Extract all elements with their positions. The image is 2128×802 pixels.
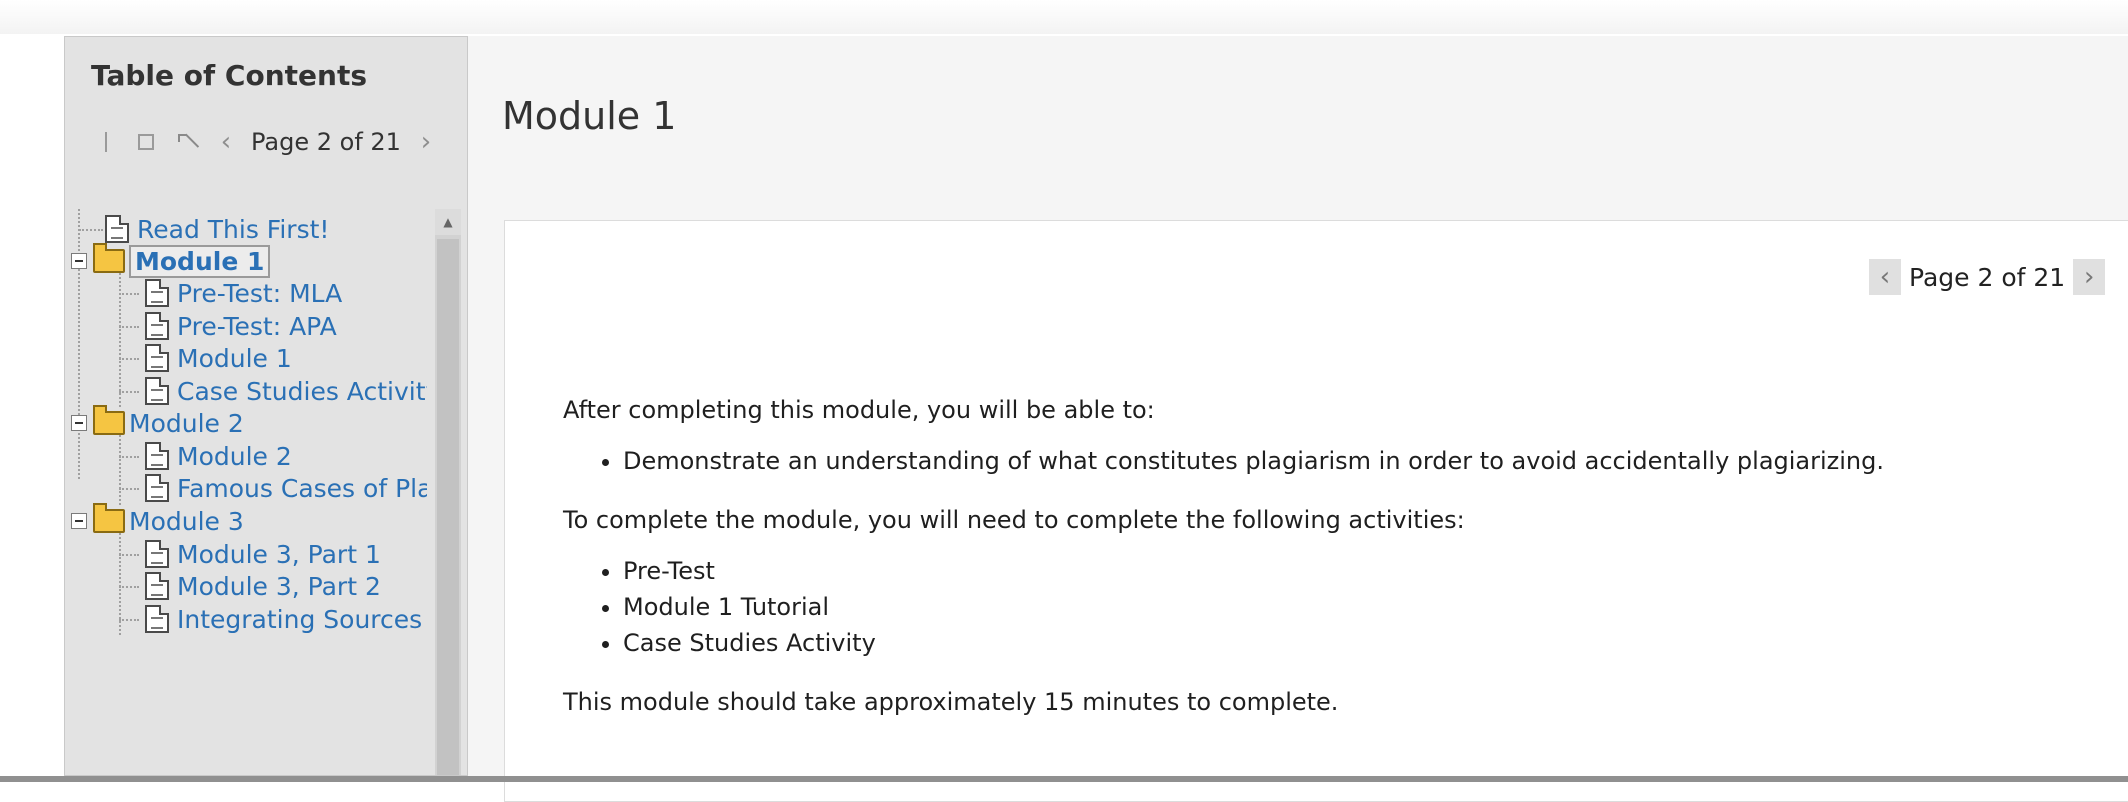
toc-item-label[interactable]: Module 2 (129, 409, 244, 438)
toc-title: Table of Contents (91, 59, 368, 92)
list-item: Pre-Test (623, 553, 2123, 589)
bottom-border (0, 776, 2128, 782)
tree-connector (119, 326, 139, 328)
toc-item-label[interactable]: Module 2 (177, 442, 292, 471)
duration-text: This module should take approximately 15… (563, 688, 1339, 716)
page-title: Module 1 (502, 94, 677, 138)
toc-item-integrating-sources[interactable]: Integrating Sources A (145, 599, 427, 639)
folder-open-icon (93, 243, 125, 273)
collapse-toggle-icon[interactable] (71, 513, 87, 529)
toc-item-label[interactable]: Read This First! (137, 215, 329, 244)
tree-connector (119, 586, 139, 588)
window-top-strip (0, 0, 2128, 34)
tree-connector (119, 456, 139, 458)
activities-list: Pre-Test Module 1 Tutorial Case Studies … (563, 553, 2123, 661)
document-icon (105, 215, 129, 243)
toc-item-label[interactable]: Module 3, Part 2 (177, 572, 381, 601)
document-icon (145, 474, 169, 502)
list-item: Demonstrate an understanding of what con… (623, 443, 2123, 479)
toc-item-label[interactable]: Module 3, Part 1 (177, 540, 381, 569)
document-icon (145, 605, 169, 633)
collapse-toggle-icon[interactable] (71, 415, 87, 431)
module-body: After completing this module, you will b… (563, 393, 2123, 747)
document-icon (145, 344, 169, 372)
scroll-up-icon[interactable]: ▲ (435, 209, 461, 235)
scroll-thumb[interactable] (437, 239, 459, 775)
content-pager: ‹ Page 2 of 21 › (1869, 259, 2106, 295)
next-page-icon[interactable]: › (411, 127, 441, 157)
intro-text: After completing this module, you will b… (563, 396, 1155, 424)
document-icon (145, 279, 169, 307)
tree-connector (119, 261, 121, 407)
activities-intro-text: To complete the module, you will need to… (563, 506, 1465, 534)
tree-connector (119, 488, 139, 490)
content-area: ‹ Page 2 of 21 › After completing this m… (504, 220, 2128, 802)
tree-connector (119, 293, 139, 295)
list-item: Case Studies Activity (623, 625, 2123, 661)
folder-open-icon (93, 405, 125, 435)
expand-all-icon[interactable] (131, 127, 161, 157)
toc-item-label[interactable]: Case Studies Activity (177, 377, 427, 406)
pager-text: Page 2 of 21 (1909, 262, 2066, 292)
document-icon (145, 442, 169, 470)
tree-connector (79, 229, 103, 231)
tree-connector (119, 391, 139, 393)
tree-connector (119, 619, 139, 621)
document-icon (145, 312, 169, 340)
toc-tree: Read This First! Module 1 Pre-Test: MLA … (65, 209, 427, 775)
toc-item-label[interactable]: Module 1 (177, 344, 292, 373)
toc-item-label[interactable]: Famous Cases of Plag (177, 474, 427, 503)
toc-toolbar: ‹ Page 2 of 21 › (91, 119, 441, 165)
folder-open-icon (93, 503, 125, 533)
collapse-all-icon[interactable] (91, 127, 121, 157)
document-icon (145, 572, 169, 600)
prev-page-icon[interactable]: ‹ (211, 127, 241, 157)
tree-connector (119, 358, 139, 360)
toc-item-label[interactable]: Pre-Test: APA (177, 312, 337, 341)
next-page-button[interactable]: › (2073, 259, 2106, 295)
toc-sidebar: Table of Contents ‹ Page 2 of 21 › Read … (64, 36, 468, 776)
main-panel: Module 1 ‹ Page 2 of 21 › After completi… (468, 36, 2128, 802)
document-icon (145, 540, 169, 568)
toc-item-label[interactable]: Module 3 (129, 507, 244, 536)
open-in-window-icon[interactable] (171, 127, 201, 157)
list-item: Module 1 Tutorial (623, 589, 2123, 625)
toc-page-indicator: Page 2 of 21 (251, 128, 401, 156)
toc-item-label[interactable]: Pre-Test: MLA (177, 279, 342, 308)
toc-item-label[interactable]: Integrating Sources A (177, 605, 427, 634)
prev-page-button[interactable]: ‹ (1869, 259, 1901, 295)
toc-scrollbar[interactable]: ▲ (435, 209, 461, 775)
collapse-toggle-icon[interactable] (71, 253, 87, 269)
document-icon (145, 377, 169, 405)
objectives-list: Demonstrate an understanding of what con… (563, 443, 2123, 479)
tree-connector (119, 554, 139, 556)
